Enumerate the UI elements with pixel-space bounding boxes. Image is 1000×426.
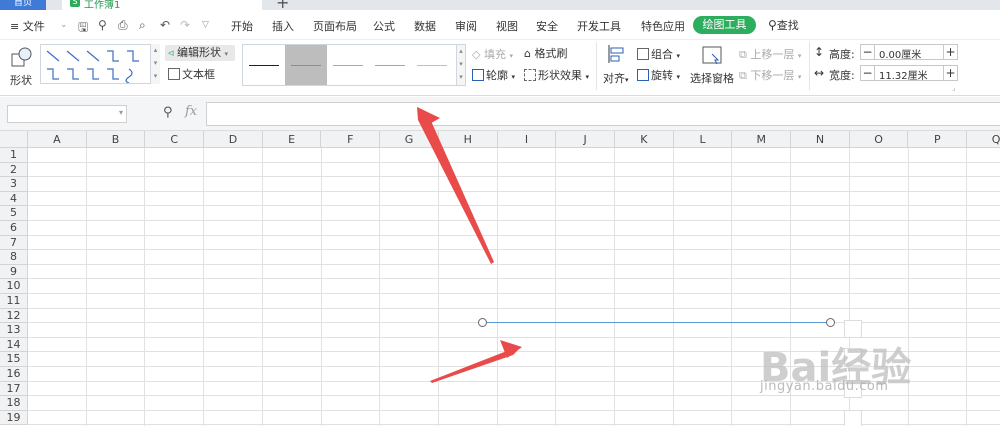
baidu-watermark: Bai经验 jingyan.baidu.com	[752, 335, 992, 405]
arrow-up-annotation	[417, 107, 494, 264]
watermark-url: jingyan.baidu.com	[760, 379, 889, 394]
